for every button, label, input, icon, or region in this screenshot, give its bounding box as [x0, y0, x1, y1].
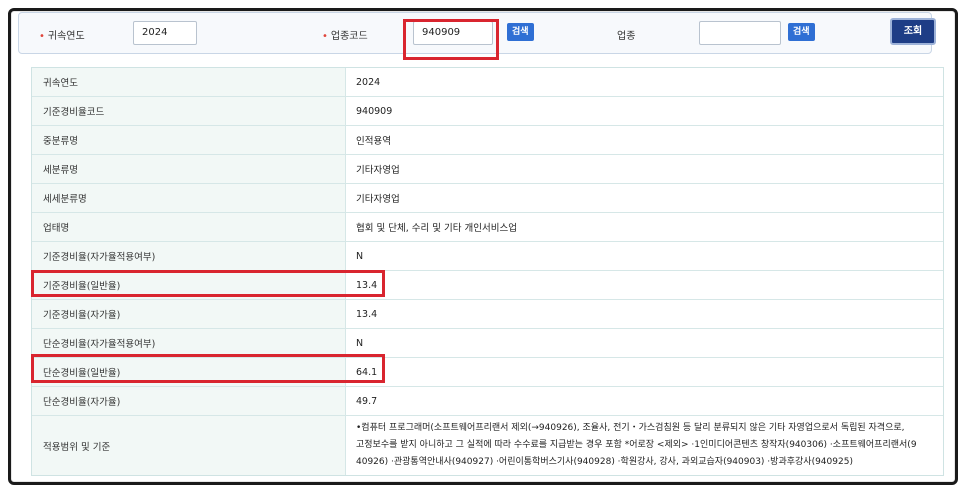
- row-value: 협회 및 단체, 수리 및 기타 개인서비스업: [346, 213, 943, 241]
- result-table: 귀속연도 2024 기준경비율코드 940909 중분류명 인적용역 세분류명 …: [31, 67, 944, 476]
- table-row: 세분류명 기타자영업: [32, 155, 943, 184]
- table-row: 귀속연도 2024: [32, 68, 943, 97]
- industry-label: 업종: [617, 31, 636, 42]
- row-label: 기준경비율(자가율): [32, 300, 346, 328]
- row-value: 기타자영업: [346, 155, 943, 183]
- row-label: 단순경비율(일반율): [32, 358, 346, 386]
- code-label: • 업종코드: [322, 31, 368, 42]
- table-row: 단순경비율(일반율) 64.1: [32, 358, 943, 387]
- table-row: 기준경비율(자가율) 13.4: [32, 300, 943, 329]
- code-search-button[interactable]: 검색: [507, 23, 534, 41]
- year-label: • 귀속연도: [39, 31, 85, 42]
- table-row: 기준경비율(일반율) 13.4: [32, 271, 943, 300]
- table-row: 단순경비율(자가율적용여부) N: [32, 329, 943, 358]
- year-input[interactable]: 2024: [133, 21, 197, 45]
- industry-input[interactable]: [699, 21, 781, 45]
- row-value: 13.4: [346, 300, 943, 328]
- row-value: 인적용역: [346, 126, 943, 154]
- table-row: 기준경비율코드 940909: [32, 97, 943, 126]
- table-row: 기준경비율(자가율적용여부) N: [32, 242, 943, 271]
- row-label: 중분류명: [32, 126, 346, 154]
- row-label: 귀속연도: [32, 68, 346, 96]
- row-label: 기준경비율(일반율): [32, 271, 346, 299]
- query-button[interactable]: 조회: [890, 18, 936, 45]
- table-row: 단순경비율(자가율) 49.7: [32, 387, 943, 416]
- row-value: N: [346, 242, 943, 270]
- table-row: 업태명 협회 및 단체, 수리 및 기타 개인서비스업: [32, 213, 943, 242]
- row-label: 업태명: [32, 213, 346, 241]
- search-bar: • 귀속연도 2024 • 업종코드 940909 검색 업종 검색: [18, 12, 932, 54]
- row-value: 기타자영업: [346, 184, 943, 212]
- row-value: 49.7: [346, 387, 943, 415]
- row-label: 적용범위 및 기준: [32, 416, 346, 475]
- row-value: N: [346, 329, 943, 357]
- row-value: •컴퓨터 프로그래머(소프트웨어프리랜서 제외(→940926), 조율사, 전…: [346, 416, 943, 475]
- row-label: 단순경비율(자가율적용여부): [32, 329, 346, 357]
- scope-line: •컴퓨터 프로그래머(소프트웨어프리랜서 제외(→940926), 조율사, 전…: [356, 423, 905, 433]
- row-label: 세분류명: [32, 155, 346, 183]
- row-value: 940909: [346, 97, 943, 125]
- row-label: 단순경비율(자가율): [32, 387, 346, 415]
- row-label: 세세분류명: [32, 184, 346, 212]
- row-value: 64.1: [346, 358, 943, 386]
- industry-search-button[interactable]: 검색: [788, 23, 815, 41]
- code-input[interactable]: 940909: [413, 21, 493, 45]
- scope-line: 40926) ·관광통역안내사(940927) ·어린이통학버스기사(94092…: [356, 457, 853, 467]
- scope-line: 고정보수를 받지 아니하고 그 실적에 따라 수수료를 지급받는 경우 포함 *…: [356, 440, 917, 450]
- required-mark: •: [39, 31, 45, 42]
- row-label: 기준경비율코드: [32, 97, 346, 125]
- table-row: 세세분류명 기타자영업: [32, 184, 943, 213]
- row-value: 2024: [346, 68, 943, 96]
- row-value: 13.4: [346, 271, 943, 299]
- table-row: 중분류명 인적용역: [32, 126, 943, 155]
- required-mark: •: [322, 31, 328, 42]
- table-row: 적용범위 및 기준 •컴퓨터 프로그래머(소프트웨어프리랜서 제외(→94092…: [32, 416, 943, 475]
- row-label: 기준경비율(자가율적용여부): [32, 242, 346, 270]
